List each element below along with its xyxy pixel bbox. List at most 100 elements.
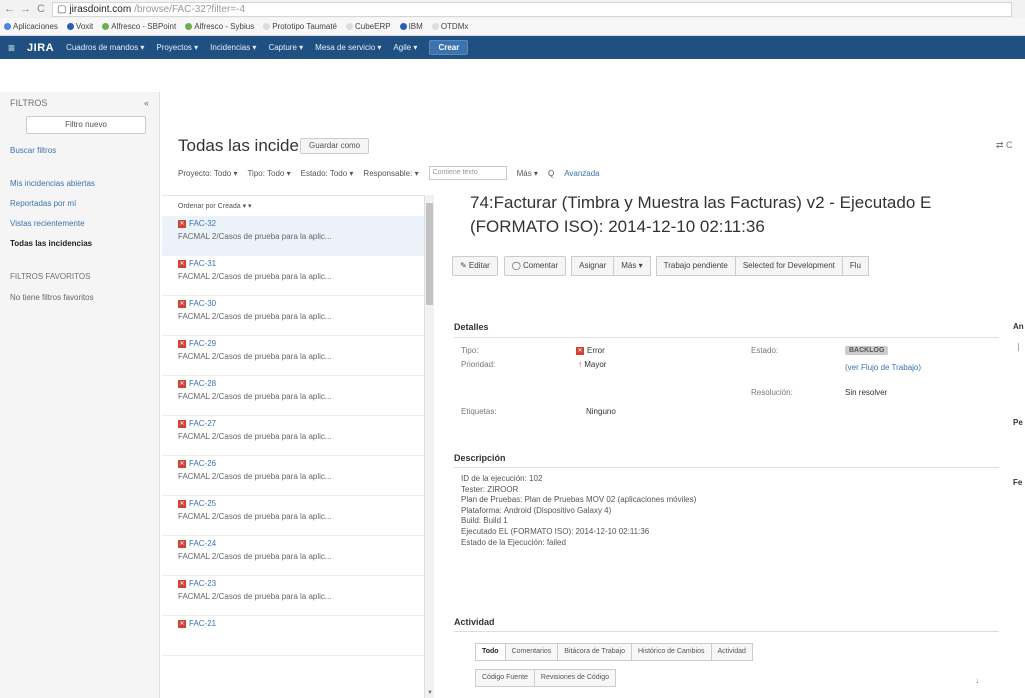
bookmark-alfresco-sybius[interactable]: Alfresco - Sybius	[185, 22, 254, 31]
contains-text-input[interactable]: Contiene texto	[428, 166, 507, 180]
bookmark-alfresco-sbpoint[interactable]: Alfresco - SBPoint	[102, 22, 176, 31]
jira-logo[interactable]: JIRA	[27, 42, 54, 54]
sidebar-item-reported-by-me[interactable]: Reportadas por mí	[10, 199, 149, 208]
issue-summary: FACMAL 2/Casos de prueba para la aplic..…	[178, 352, 332, 361]
activity-sort-icon[interactable]: ↓	[975, 676, 979, 685]
order-by-control[interactable]: Ordenar por Creada ▾ ▾	[162, 196, 424, 216]
issue-key[interactable]: FAC-23	[189, 579, 216, 588]
description-header: Descripción	[454, 453, 506, 463]
list-item[interactable]: ✕ FAC-30 FACMAL 2/Casos de prueba para la…	[162, 296, 424, 336]
bookmarks-bar: Aplicaciones Voxit Alfresco - SBPoint Al…	[0, 18, 1025, 36]
new-filter-button[interactable]: Filtro nuevo	[26, 116, 146, 134]
scrollbar-thumb[interactable]	[426, 203, 433, 305]
bookmark-voxit[interactable]: Voxit	[66, 22, 93, 31]
details-header: Detalles	[454, 322, 489, 332]
issue-key[interactable]: FAC-30	[189, 299, 216, 308]
priority-label: Prioridad:	[461, 360, 496, 369]
list-item[interactable]: ✕ FAC-32 FACMAL 2/Casos de prueba para la…	[162, 216, 424, 256]
filter-assignee[interactable]: Responsable: ▾	[363, 169, 418, 178]
list-item[interactable]: ✕ FAC-26 FACMAL 2/Casos de prueba para la…	[162, 456, 424, 496]
issue-key[interactable]: FAC-32	[189, 219, 216, 228]
issue-key[interactable]: FAC-26	[189, 459, 216, 468]
bookmark-otdmx[interactable]: OTDMx	[431, 22, 468, 31]
more-button[interactable]: Más ▾	[613, 256, 651, 276]
issue-list-scrollbar[interactable]: ▼	[424, 195, 434, 698]
scroll-down-icon[interactable]: ▼	[426, 690, 434, 696]
url-bar[interactable]: ▢ jirasdoint.com /browse/FAC-32?filter=-…	[52, 1, 1012, 17]
description-line: Estado de la Ejecución: failed	[461, 537, 566, 547]
issue-key[interactable]: FAC-27	[189, 419, 216, 428]
favorite-filters-header: FILTROS FAVORITOS	[10, 272, 91, 281]
create-button[interactable]: Crear	[429, 40, 469, 55]
activity-tabs-row-2: Código Fuente Revisiones de Código	[475, 669, 617, 687]
labels-label: Etiquetas:	[461, 407, 497, 416]
nav-issues[interactable]: Incidencias ▾	[210, 43, 256, 52]
list-item[interactable]: ✕ FAC-24 FACMAL 2/Casos de prueba para la…	[162, 536, 424, 576]
tab-reviews[interactable]: Revisiones de Código	[533, 669, 617, 687]
filter-project[interactable]: Proyecto: Todo ▾	[178, 169, 237, 178]
app-switcher-icon[interactable]: ≡	[8, 41, 15, 55]
description-line: Build: Build 1	[461, 516, 508, 526]
issue-key[interactable]: FAC-25	[189, 499, 216, 508]
bookmark-cubeerp[interactable]: CubeERP	[346, 22, 391, 31]
description-line: Ejecutado EL (FORMATO ISO): 2014-12-10 0…	[461, 526, 650, 536]
advanced-search-link[interactable]: Avanzada	[564, 169, 599, 178]
issue-summary: FACMAL 2/Casos de prueba para la aplic..…	[178, 552, 332, 561]
nav-dashboards[interactable]: Cuadros de mandos ▾	[66, 43, 144, 52]
forward-icon[interactable]: →	[20, 3, 31, 15]
tab-all[interactable]: Todo	[475, 643, 506, 661]
bug-icon: ✕	[178, 379, 186, 388]
bookmark-apps[interactable]: Aplicaciones	[4, 22, 58, 31]
page-icon: ▢	[57, 3, 67, 15]
nav-projects[interactable]: Proyectos ▾	[156, 43, 198, 52]
bug-icon: ✕	[178, 339, 186, 348]
find-filters-link[interactable]: Buscar filtros	[10, 146, 149, 155]
workflow-button[interactable]: Flu	[841, 256, 870, 276]
assign-button[interactable]: Asignar	[571, 256, 615, 276]
search-icon[interactable]: Q	[548, 169, 554, 178]
edit-button[interactable]: ✎ Editar	[452, 256, 498, 276]
tab-source[interactable]: Código Fuente	[475, 669, 535, 687]
sidebar-item-my-open[interactable]: Mis incidencias abiertas	[10, 179, 149, 188]
activity-header: Actividad	[454, 617, 495, 627]
bookmark-ibm[interactable]: IBM	[399, 22, 423, 31]
list-item[interactable]: ✕ FAC-27 FACMAL 2/Casos de prueba para la…	[162, 416, 424, 456]
collapse-icon[interactable]: «	[144, 98, 149, 108]
comment-button[interactable]: ◯ Comentar	[503, 256, 567, 276]
list-item[interactable]: ✕ FAC-31 FACMAL 2/Casos de prueba para la…	[162, 256, 424, 296]
sidebar-item-recently-viewed[interactable]: Vistas recientemente	[10, 219, 149, 228]
issue-title-line-2: (FORMATO ISO): 2014-12-10 02:11:36	[470, 217, 765, 236]
reload-icon[interactable]: C	[36, 3, 46, 15]
nav-service-desk[interactable]: Mesa de servicio ▾	[315, 43, 381, 52]
selected-for-development-button[interactable]: Selected for Development	[734, 256, 843, 276]
issue-key[interactable]: FAC-29	[189, 339, 216, 348]
list-item[interactable]: ✕ FAC-28 FACMAL 2/Casos de prueba para la…	[162, 376, 424, 416]
list-item[interactable]: ✕ FAC-21	[162, 616, 424, 656]
type-label: Tipo:	[461, 346, 479, 355]
url-path: /browse/FAC-32?filter=-4	[134, 3, 246, 15]
issue-key[interactable]: FAC-21	[189, 619, 216, 628]
filter-status[interactable]: Estado: Todo ▾	[301, 169, 354, 178]
issue-key[interactable]: FAC-24	[189, 539, 216, 548]
tab-history[interactable]: Histórico de Cambios	[630, 643, 712, 661]
nav-agile[interactable]: Agile ▾	[393, 43, 417, 52]
tab-activity[interactable]: Actividad	[710, 643, 753, 661]
share-icon[interactable]: ⇄ C	[996, 140, 1013, 151]
right-col-marker	[1018, 343, 1024, 351]
nav-capture[interactable]: Capture ▾	[268, 43, 303, 52]
tab-comments[interactable]: Comentarios	[504, 643, 559, 661]
list-item[interactable]: ✕ FAC-23 FACMAL 2/Casos de prueba para la…	[162, 576, 424, 616]
bookmark-prototipo[interactable]: Prototipo Taumaté	[263, 22, 337, 31]
issue-key[interactable]: FAC-31	[189, 259, 216, 268]
filter-type[interactable]: Tipo: Todo ▾	[247, 169, 290, 178]
save-as-button[interactable]: Guardar como	[300, 138, 370, 154]
backlog-transition-button[interactable]: Trabajo pendiente	[655, 256, 736, 276]
tab-work-log[interactable]: Bitácora de Trabajo	[557, 643, 632, 661]
view-workflow-link[interactable]: (ver Flujo de Trabajo)	[845, 363, 921, 372]
filter-more[interactable]: Más ▾	[517, 169, 538, 178]
issue-key[interactable]: FAC-28	[189, 379, 216, 388]
list-item[interactable]: ✕ FAC-29 FACMAL 2/Casos de prueba para la…	[162, 336, 424, 376]
sidebar-item-all-issues[interactable]: Todas las incidencias	[10, 239, 149, 248]
list-item[interactable]: ✕ FAC-25 FACMAL 2/Casos de prueba para la…	[162, 496, 424, 536]
back-icon[interactable]: ←	[4, 3, 15, 15]
